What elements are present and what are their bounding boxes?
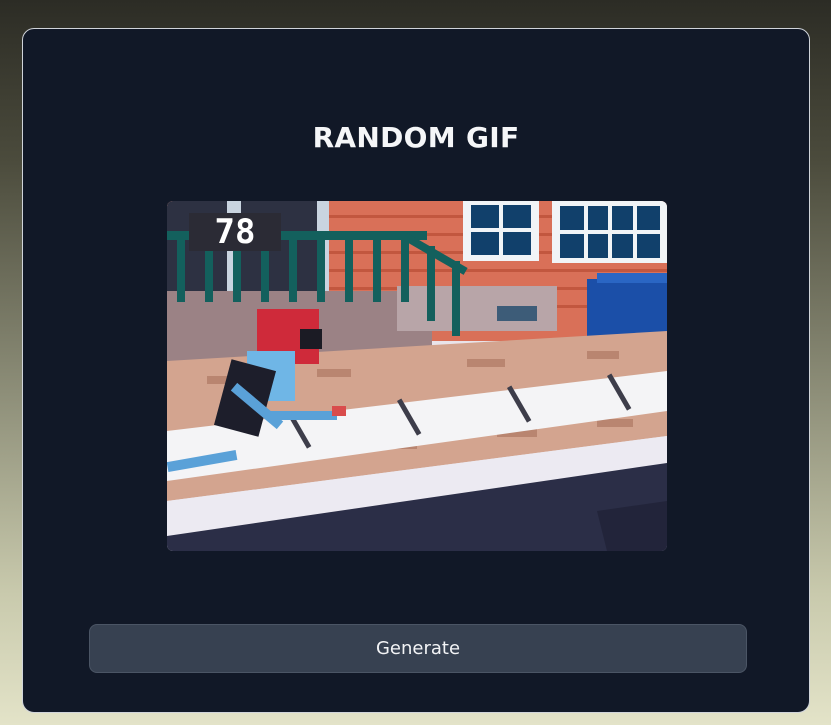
- score-counter: 78: [215, 212, 256, 252]
- random-gif-image: 78: [167, 201, 667, 551]
- pixel-art-street-scene-image: 78: [167, 201, 667, 551]
- page-title: RANDOM GIF: [312, 121, 520, 154]
- generate-button[interactable]: Generate: [89, 624, 747, 673]
- random-gif-card: RANDOM GIF 78 Generate: [22, 28, 810, 713]
